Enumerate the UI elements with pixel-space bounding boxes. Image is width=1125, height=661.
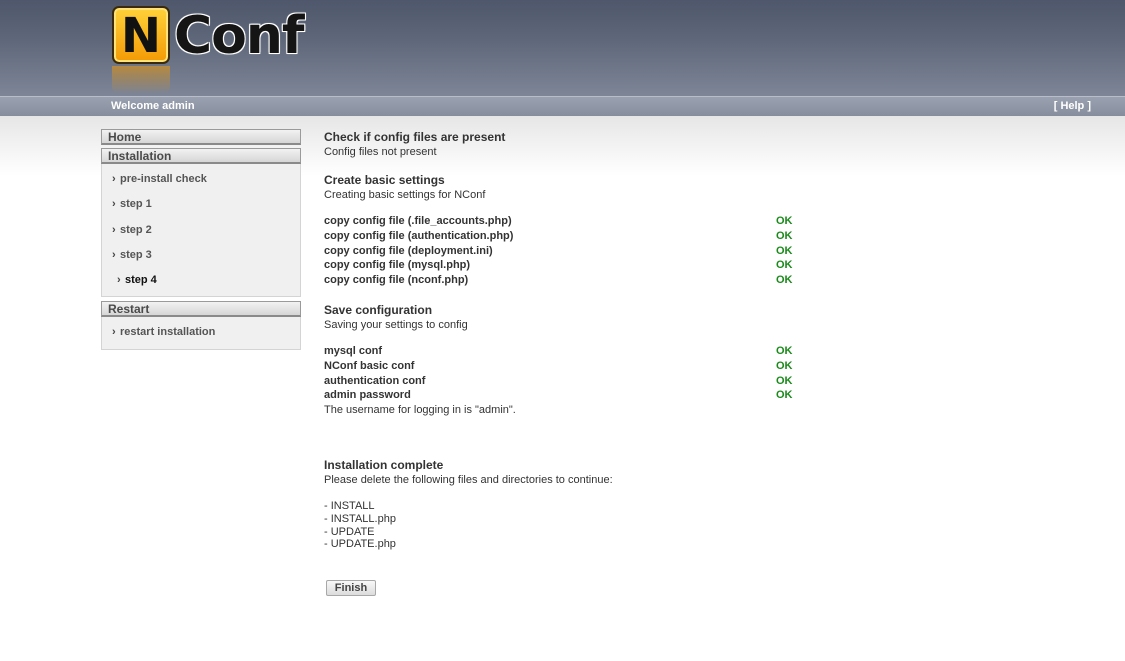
nav-item-step-2[interactable]: › step 2 [102,219,300,244]
nav-home[interactable]: Home [101,129,301,145]
nav-item-label: step 3 [120,248,152,261]
basic-results: copy config file (.file_accounts.php) OK … [324,215,924,289]
header: N Conf [0,0,1125,96]
section-desc-complete: Please delete the following files and di… [324,474,613,487]
result-status: OK [776,359,793,372]
file-list-item: - INSTALL.php [324,512,396,525]
nav-installation-header: Installation [101,148,301,164]
logo-letter: N [120,8,162,64]
help-link[interactable]: [ Help ] [1054,100,1091,112]
section-title-complete: Installation complete [324,458,444,473]
file-list-item: - UPDATE [324,525,375,538]
section-desc-save: Saving your settings to config [324,318,468,331]
chevron-right-icon: › [112,223,116,236]
chevron-right-icon: › [112,198,116,211]
logo-text: Conf [174,6,305,66]
result-label: admin password [324,389,411,402]
welcome-text: Welcome admin [111,100,195,112]
save-results: mysql conf OK NConf basic conf OK authenti… [324,345,924,404]
sidebar: Home Installation › pre-install check › st… [101,129,301,354]
section-desc-basic: Creating basic settings for NConf [324,189,486,201]
result-row: copy config file (nconf.php) OK [324,274,924,289]
result-status: OK [776,374,793,387]
result-status: OK [776,344,793,357]
nav-item-step-1[interactable]: › step 1 [102,193,300,218]
nav-item-pre-install-check[interactable]: › pre-install check [102,168,300,193]
nav-item-label: step 4 [125,274,157,287]
nav-restart-header: Restart [101,301,301,318]
chevron-right-icon: › [112,173,116,185]
result-label: copy config file (authentication.php) [324,229,514,242]
result-label: copy config file (mysql.php) [324,259,471,272]
result-label: NConf basic conf [324,359,415,372]
result-row: admin password OK [324,389,924,404]
result-status: OK [776,259,793,272]
result-status: OK [776,244,793,257]
section-desc-check: Config files not present [324,146,437,158]
section-title-save: Save configuration [324,302,433,317]
result-label: copy config file (deployment.ini) [324,244,493,257]
nav-item-label: restart installation [120,326,216,339]
restart-menu: › restart installation [101,317,301,350]
result-label: authentication conf [324,374,426,387]
finish-button[interactable]: Finish [326,580,376,596]
result-row: NConf basic conf OK [324,360,924,375]
nav-item-label: pre-install check [120,173,207,185]
result-row: mysql conf OK [324,345,924,360]
result-row: copy config file (.file_accounts.php) OK [324,215,924,230]
nav-item-step-3[interactable]: › step 3 [102,244,300,269]
logo-reflection [112,66,170,94]
delete-file-list: - INSTALL - INSTALL.php - UPDATE - UPDAT… [324,500,924,551]
nav-item-step-4[interactable]: › step 4 [102,269,300,294]
top-bar: Welcome admin [ Help ] [0,96,1125,116]
result-status: OK [776,389,793,402]
result-label: mysql conf [324,344,383,357]
result-row: copy config file (deployment.ini) OK [324,245,924,260]
nav-item-label: step 2 [120,223,152,236]
result-row: copy config file (mysql.php) OK [324,259,924,274]
result-label: copy config file (.file_accounts.php) [324,215,512,227]
main-content: Check if config files are present Config… [324,130,924,551]
section-title-basic: Create basic settings [324,173,445,187]
nav-item-label: step 1 [120,198,152,211]
nconf-logo: N Conf [112,6,317,96]
nav-item-restart-installation[interactable]: › restart installation [102,321,300,346]
username-note: The username for logging in is "admin". [324,404,516,417]
file-list-item: - INSTALL [324,500,375,513]
logo-badge: N [112,6,170,64]
installation-menu: › pre-install check › step 1 › step 2 › step… [101,164,301,298]
result-row: authentication conf OK [324,375,924,390]
result-label: copy config file (nconf.php) [324,274,469,287]
section-title-check: Check if config files are present [324,130,506,144]
result-status: OK [776,215,793,227]
chevron-right-icon: › [112,248,116,261]
chevron-right-icon: › [117,274,121,287]
result-row: copy config file (authentication.php) OK [324,230,924,245]
chevron-right-icon: › [112,326,116,339]
result-status: OK [776,274,793,287]
file-list-item: - UPDATE.php [324,538,396,551]
result-status: OK [776,229,793,242]
